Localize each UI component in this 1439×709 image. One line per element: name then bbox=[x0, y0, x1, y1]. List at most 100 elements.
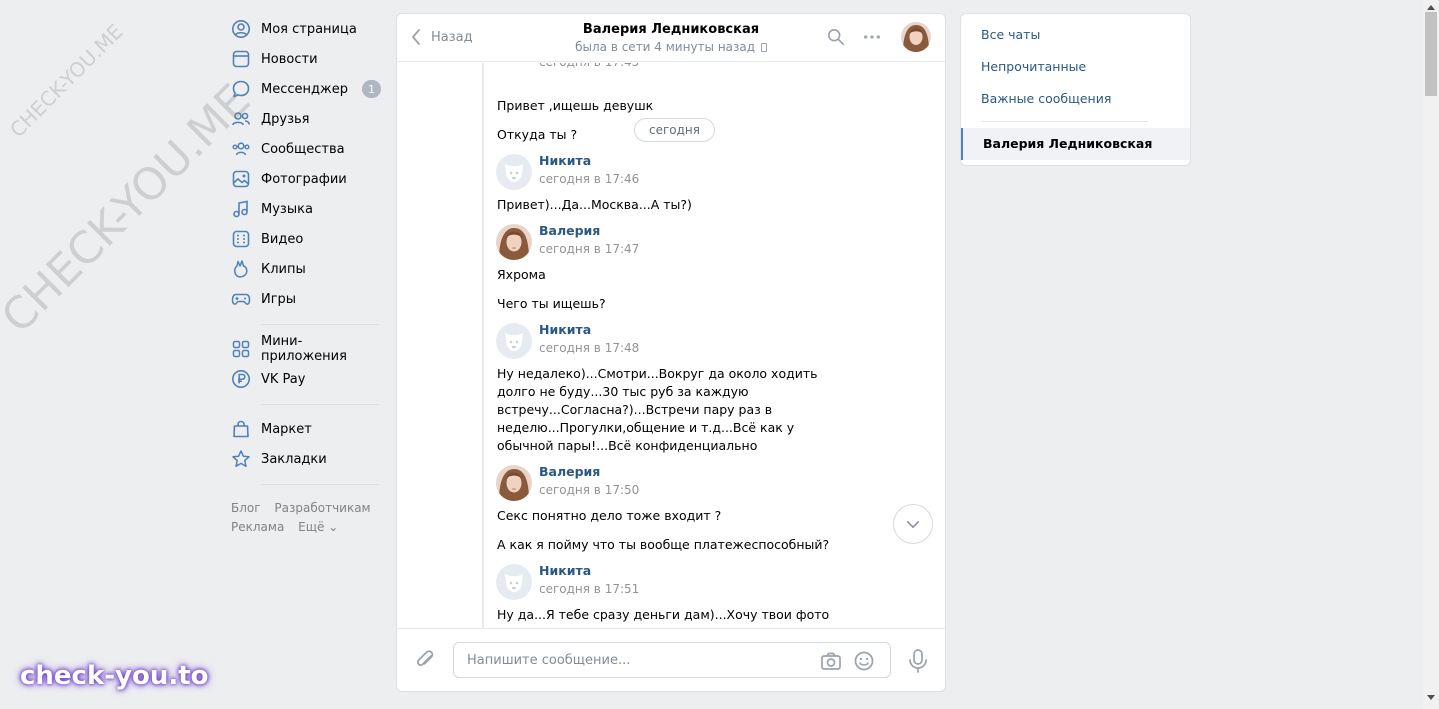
emoji-button[interactable] bbox=[853, 650, 875, 672]
video-icon bbox=[231, 229, 251, 249]
scroll-down-button[interactable] bbox=[893, 504, 933, 544]
page-scrollbar[interactable] bbox=[1423, 0, 1439, 709]
chevron-down-icon bbox=[906, 520, 920, 528]
nav-item-groups[interactable]: Сообщества bbox=[231, 134, 381, 164]
nav-item-news[interactable]: Новости bbox=[231, 44, 381, 74]
message-text: Ну недалеко)...Смотри...Вокруг да около … bbox=[497, 366, 818, 453]
nav-item-label: VK Pay bbox=[261, 371, 306, 387]
attach-button[interactable] bbox=[415, 649, 437, 671]
message-group: Никита сегодня в 17:48 Ну недалеко)...Смот… bbox=[484, 321, 852, 455]
scroll-down-arrow-icon[interactable] bbox=[1427, 695, 1435, 701]
nav-item-label: Видео bbox=[261, 231, 304, 247]
nav-item-vkpay[interactable]: VK Pay bbox=[231, 364, 381, 394]
message-time[interactable]: сегодня в 17:50 bbox=[539, 481, 639, 499]
voice-message-button[interactable] bbox=[907, 648, 929, 674]
search-button[interactable] bbox=[825, 26, 847, 48]
nav-item-label: Мессенджер bbox=[261, 81, 348, 97]
nav-item-clips[interactable]: Клипы bbox=[231, 254, 381, 284]
nav-item-label: Музыка bbox=[261, 201, 313, 217]
news-icon bbox=[231, 49, 251, 69]
scrollbar-thumb[interactable] bbox=[1425, 12, 1437, 96]
bookmark-icon bbox=[231, 449, 251, 469]
nav-item-label: Игры bbox=[261, 291, 297, 307]
message-text: Секс понятно дело тоже входит ? bbox=[497, 508, 722, 523]
date-pill: сегодня bbox=[634, 118, 715, 142]
filter-unread[interactable]: Непрочитанные bbox=[961, 51, 1190, 83]
nav-item-label: Моя страница bbox=[261, 21, 357, 37]
nav-footer: Блог Разработчикам Реклама Ещё ⌄ bbox=[231, 499, 381, 537]
message-avatar[interactable] bbox=[496, 465, 532, 501]
footer-dev-link[interactable]: Разработчикам bbox=[274, 501, 370, 515]
nav-item-friends[interactable]: Друзья bbox=[231, 104, 381, 134]
footer-more-link[interactable]: Ещё ⌄ bbox=[298, 520, 338, 534]
nav-item-games[interactable]: Игры bbox=[231, 284, 381, 314]
filter-all-chats[interactable]: Все чаты bbox=[961, 19, 1190, 51]
mobile-icon bbox=[760, 43, 767, 52]
market-icon bbox=[231, 419, 251, 439]
message-history[interactable]: сегодня в 17:45Привет ,ищешь девушкОткуд… bbox=[397, 63, 945, 628]
nav-item-label: Закладки bbox=[261, 451, 327, 467]
nav-item-label: Клипы bbox=[261, 261, 306, 277]
message-input-box bbox=[453, 642, 891, 678]
nav-item-user-circle[interactable]: Моя страница bbox=[231, 14, 381, 44]
nav-item-label: Фотографии bbox=[261, 171, 347, 187]
message-time[interactable]: сегодня в 17:47 bbox=[539, 240, 639, 258]
message-input[interactable] bbox=[454, 643, 794, 677]
message-group: Никита сегодня в 17:51 Ну да...Я тебе сраз… bbox=[484, 562, 852, 628]
camera-button[interactable] bbox=[820, 650, 842, 672]
message-text: Чего ты ищешь? bbox=[497, 296, 606, 311]
message-avatar[interactable] bbox=[496, 564, 532, 600]
watermark-small: CHECK-YOU.ME bbox=[5, 19, 128, 143]
message-avatar[interactable] bbox=[496, 323, 532, 359]
brand-watermark: check-you.to bbox=[20, 661, 209, 691]
message-author[interactable]: Валерия bbox=[539, 222, 639, 240]
groups-icon bbox=[231, 139, 251, 159]
more-button[interactable] bbox=[861, 26, 883, 48]
nav-item-music[interactable]: Музыка bbox=[231, 194, 381, 224]
paperclip-icon bbox=[417, 650, 434, 667]
nav-item-apps[interactable]: Мини-приложения bbox=[231, 334, 381, 364]
footer-blog-link[interactable]: Блог bbox=[231, 501, 261, 515]
active-chat-item[interactable]: Валерия Ледниковская bbox=[961, 128, 1190, 160]
scroll-up-arrow-icon[interactable] bbox=[1427, 4, 1435, 10]
vkpay-icon bbox=[231, 369, 251, 389]
message-text: Привет ,ищешь девушк bbox=[497, 98, 654, 113]
footer-ads-link[interactable]: Реклама bbox=[231, 520, 284, 534]
nav-item-label: Мини-приложения bbox=[261, 334, 347, 364]
message-time[interactable]: сегодня в 17:46 bbox=[539, 170, 639, 188]
nav-item-video[interactable]: Видео bbox=[231, 224, 381, 254]
nav-item-label: Сообщества bbox=[261, 141, 345, 157]
message-avatar[interactable] bbox=[496, 154, 532, 190]
nav-item-label: Друзья bbox=[261, 111, 310, 127]
unread-badge: 1 bbox=[362, 80, 381, 98]
friends-icon bbox=[231, 109, 251, 129]
search-icon bbox=[827, 28, 845, 46]
filter-important[interactable]: Важные сообщения bbox=[961, 83, 1190, 115]
message-author[interactable]: Никита bbox=[539, 152, 639, 170]
smile-icon bbox=[854, 651, 874, 671]
message-time[interactable]: сегодня в 17:51 bbox=[539, 580, 639, 598]
chat-avatar[interactable] bbox=[901, 22, 931, 52]
message-time[interactable]: сегодня в 17:45 bbox=[539, 63, 639, 71]
nav-item-message[interactable]: Мессенджер 1 bbox=[231, 74, 381, 104]
nav-separator bbox=[261, 324, 379, 325]
message-time[interactable]: сегодня в 17:48 bbox=[539, 339, 639, 357]
message-text: А как я пойму что ты вообще платежеспосо… bbox=[497, 537, 830, 552]
nav-item-photo[interactable]: Фотографии bbox=[231, 164, 381, 194]
nav-item-market[interactable]: Маркет bbox=[231, 414, 381, 444]
left-nav: Моя страница Новости Мессенджер 1 Друзья Сооб… bbox=[231, 14, 381, 537]
chat-filters-panel: Все чаты Непрочитанные Важные сообщения … bbox=[960, 13, 1191, 166]
nav-item-label: Новости bbox=[261, 51, 318, 67]
message-author[interactable]: Валерия bbox=[539, 463, 639, 481]
message-text: Ну да...Я тебе сразу деньги дам)...Хочу … bbox=[497, 607, 830, 628]
message-group: Никита сегодня в 17:46 Привет)...Да...Моск… bbox=[484, 152, 852, 214]
message-avatar[interactable] bbox=[496, 224, 532, 260]
nav-separator bbox=[261, 404, 379, 405]
nav-item-bookmark[interactable]: Закладки bbox=[231, 444, 381, 474]
message-composer bbox=[397, 628, 945, 691]
games-icon bbox=[231, 289, 251, 309]
message-icon bbox=[231, 79, 251, 99]
back-button[interactable]: Назад bbox=[411, 28, 473, 46]
message-author[interactable]: Никита bbox=[539, 562, 639, 580]
message-author[interactable]: Никита bbox=[539, 321, 639, 339]
